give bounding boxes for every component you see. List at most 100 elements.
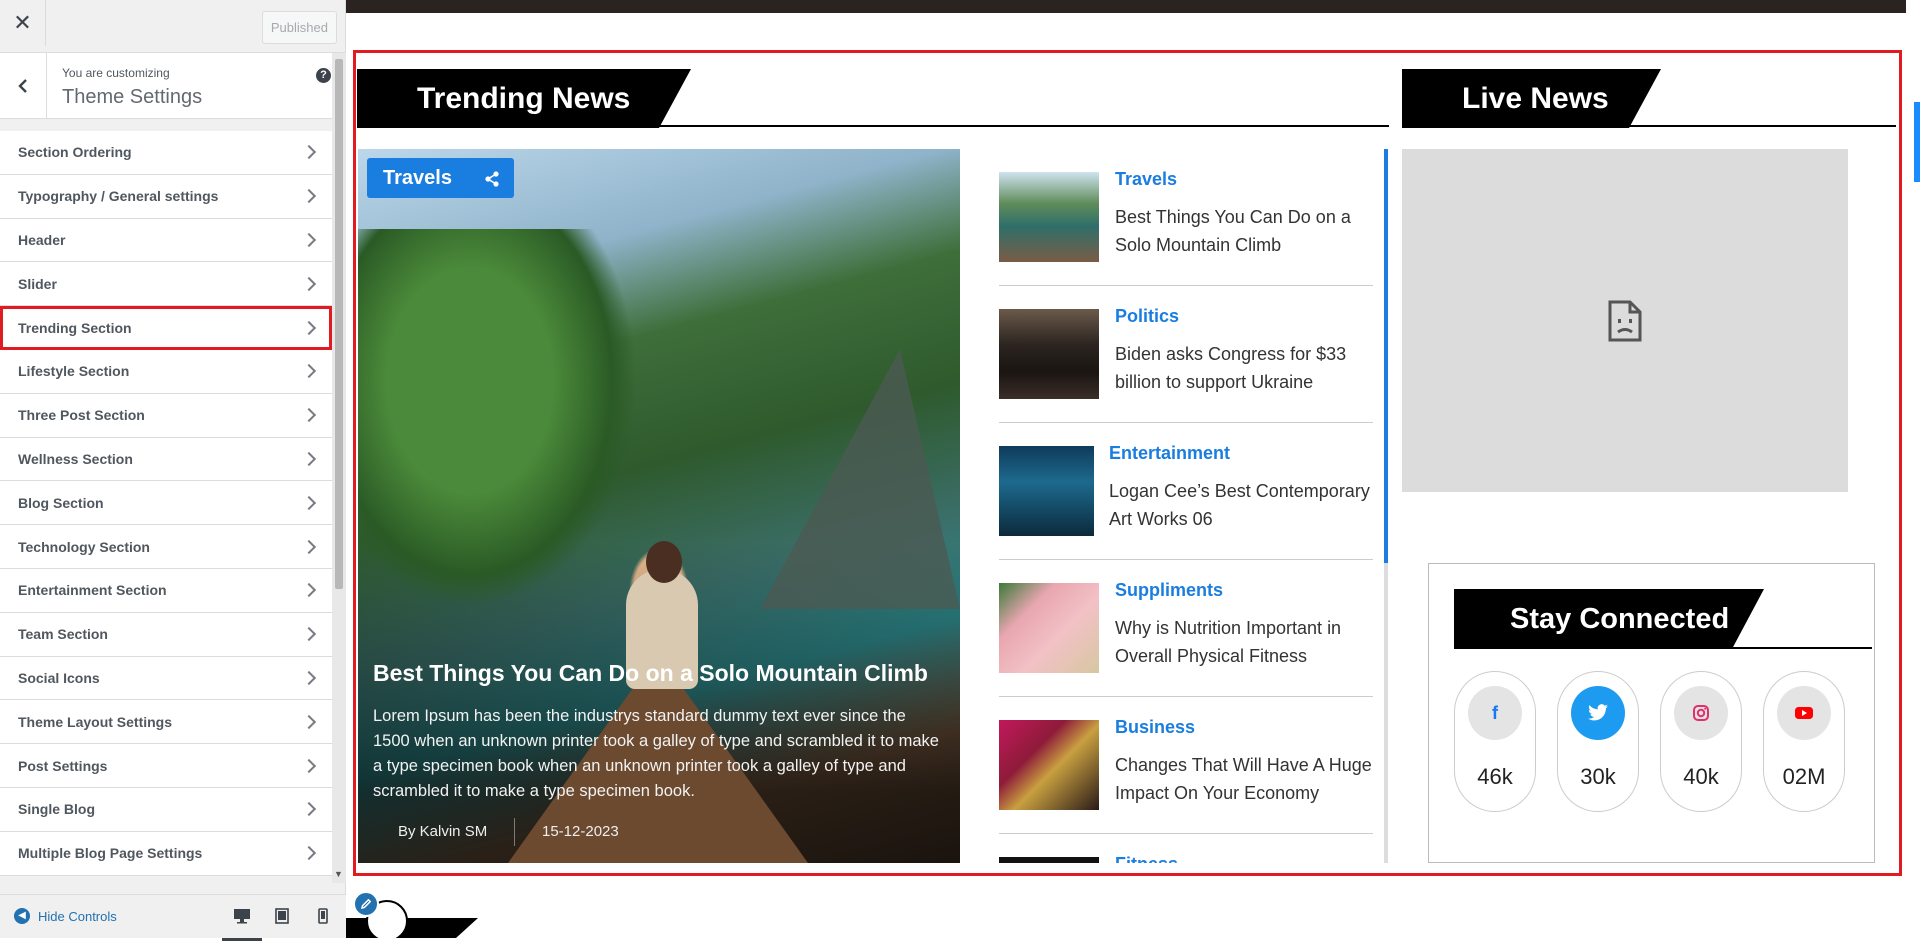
news-category[interactable]: Business bbox=[1115, 717, 1195, 738]
image-foliage bbox=[358, 229, 638, 609]
news-category[interactable]: Entertainment bbox=[1109, 443, 1230, 464]
image-person-head bbox=[646, 541, 682, 583]
thumbnail-image[interactable] bbox=[999, 583, 1099, 673]
section-label: Section Ordering bbox=[18, 144, 132, 161]
typography-item[interactable]: Typography / General settings bbox=[0, 174, 332, 219]
mobile-preview-icon[interactable] bbox=[312, 905, 334, 927]
thumbnail-image[interactable] bbox=[999, 720, 1099, 810]
trending-news-list: Travels Best Things You Can Do on a Solo… bbox=[999, 149, 1373, 863]
section-label: Team Section bbox=[18, 626, 108, 643]
news-category[interactable]: Suppliments bbox=[1115, 580, 1223, 601]
news-title[interactable]: Changes That Will Have A Huge Impact On … bbox=[1115, 751, 1373, 807]
featured-post-description: Lorem Ipsum has been the industrys stand… bbox=[373, 707, 939, 800]
single-blog-item[interactable]: Single Blog bbox=[0, 787, 332, 832]
list-item[interactable]: Entertainment Logan Cee’s Best Contempor… bbox=[999, 423, 1373, 560]
featured-category-badge[interactable]: Travels bbox=[367, 158, 514, 198]
list-item[interactable]: Suppliments Why is Nutrition Important i… bbox=[999, 560, 1373, 697]
section-label: Single Blog bbox=[18, 801, 95, 818]
news-title[interactable]: Best Things You Can Do on a Solo Mountai… bbox=[1115, 203, 1373, 259]
featured-post-author[interactable]: By Kalvin SM bbox=[398, 823, 487, 840]
section-label: Technology Section bbox=[18, 538, 150, 555]
tablet-preview-icon[interactable] bbox=[271, 905, 293, 927]
help-icon[interactable]: ? bbox=[316, 68, 331, 83]
header-item[interactable]: Header bbox=[0, 218, 332, 263]
news-category[interactable]: Fitness bbox=[1115, 854, 1178, 863]
list-item[interactable]: Business Changes That Will Have A Huge I… bbox=[999, 697, 1373, 834]
chevron-right-icon bbox=[301, 802, 317, 817]
theme-layout-item[interactable]: Theme Layout Settings bbox=[0, 700, 332, 745]
follower-count: 30k bbox=[1580, 764, 1616, 789]
customizer-footer: ◀ Hide Controls bbox=[0, 894, 346, 941]
social-icons-item[interactable]: Social Icons bbox=[0, 656, 332, 701]
slider-item[interactable]: Slider bbox=[0, 262, 332, 307]
thumbnail-image[interactable] bbox=[999, 857, 1099, 863]
section-ordering-item[interactable]: Section Ordering bbox=[0, 131, 332, 175]
hide-controls-button[interactable]: ◀ Hide Controls bbox=[14, 908, 117, 924]
chevron-right-icon bbox=[301, 670, 317, 686]
news-title[interactable]: Biden asks Congress for $33 billion to s… bbox=[1115, 340, 1373, 396]
wellness-section-item[interactable]: Wellness Section bbox=[0, 437, 332, 482]
chevron-right-icon bbox=[301, 451, 317, 467]
chevron-right-icon bbox=[301, 495, 317, 510]
featured-post-title[interactable]: Best Things You Can Do on a Solo Mountai… bbox=[373, 660, 928, 687]
published-button[interactable]: Published bbox=[261, 11, 337, 44]
technology-section-item[interactable]: Technology Section bbox=[0, 525, 332, 569]
scrollbar-thumb[interactable] bbox=[1384, 149, 1388, 563]
section-label: Entertainment Section bbox=[18, 582, 167, 599]
youtube-link[interactable]: 02M bbox=[1763, 671, 1845, 812]
chevron-right-icon bbox=[301, 232, 317, 248]
scrollbar-thumb[interactable] bbox=[335, 59, 343, 589]
section-label: Typography / General settings bbox=[18, 188, 219, 205]
desktop-preview-icon[interactable] bbox=[222, 905, 262, 941]
chevron-right-icon bbox=[301, 539, 317, 554]
back-icon[interactable] bbox=[0, 53, 47, 119]
twitter-link[interactable]: 30k bbox=[1557, 671, 1639, 812]
chevron-right-icon bbox=[301, 408, 317, 423]
meta-divider bbox=[514, 818, 515, 846]
twitter-icon bbox=[1571, 686, 1625, 740]
list-item[interactable]: Travels Best Things You Can Do on a Solo… bbox=[999, 149, 1373, 286]
youtube-icon bbox=[1777, 686, 1831, 740]
thumbnail-image[interactable] bbox=[999, 172, 1099, 262]
trending-news-heading: Trending News bbox=[357, 69, 691, 128]
collapse-icon: ◀ bbox=[14, 908, 30, 924]
news-category[interactable]: Travels bbox=[1115, 169, 1177, 190]
section-label: Social Icons bbox=[18, 669, 100, 686]
entertainment-section-item[interactable]: Entertainment Section bbox=[0, 568, 332, 613]
section-label: Header bbox=[18, 231, 66, 248]
thumbnail-image[interactable] bbox=[999, 446, 1094, 536]
follower-count: 40k bbox=[1683, 764, 1719, 789]
close-icon[interactable]: ✕ bbox=[0, 0, 46, 46]
list-item[interactable]: Fitness bbox=[999, 834, 1373, 863]
share-icon[interactable] bbox=[484, 170, 500, 187]
three-post-section-item[interactable]: Three Post Section bbox=[0, 393, 332, 438]
team-section-item[interactable]: Team Section bbox=[0, 612, 332, 657]
scroll-down-icon[interactable]: ▼ bbox=[334, 869, 343, 879]
blog-section-item[interactable]: Blog Section bbox=[0, 481, 332, 526]
heading-underline bbox=[1454, 647, 1872, 649]
section-label: Theme Layout Settings bbox=[18, 713, 173, 730]
facebook-link[interactable]: f 46k bbox=[1454, 671, 1536, 812]
preview-scrollbar[interactable] bbox=[1906, 0, 1920, 938]
sidebar-scrollbar[interactable]: ▼ bbox=[332, 53, 346, 883]
news-list-scrollbar[interactable] bbox=[1384, 149, 1388, 863]
news-category[interactable]: Politics bbox=[1115, 306, 1179, 327]
thumbnail-image[interactable] bbox=[999, 309, 1099, 399]
facebook-icon: f bbox=[1468, 686, 1522, 740]
scrollbar-thumb[interactable] bbox=[1914, 102, 1920, 182]
chevron-right-icon bbox=[301, 189, 317, 204]
lifestyle-section-item[interactable]: Lifestyle Section bbox=[0, 349, 332, 394]
live-video-embed[interactable] bbox=[1402, 149, 1848, 492]
multiple-blog-item[interactable]: Multiple Blog Page Settings bbox=[0, 831, 332, 876]
broken-page-icon bbox=[1608, 300, 1642, 341]
trending-section-item[interactable]: Trending Section bbox=[0, 306, 332, 350]
edit-shortcut-icon[interactable] bbox=[353, 891, 379, 917]
chevron-right-icon bbox=[301, 276, 317, 291]
instagram-link[interactable]: 40k bbox=[1660, 671, 1742, 812]
news-title[interactable]: Logan Cee’s Best Contemporary Art Works … bbox=[1109, 477, 1371, 533]
list-item[interactable]: Politics Biden asks Congress for $33 bil… bbox=[999, 286, 1373, 423]
customizing-label: You are customizing bbox=[62, 66, 170, 80]
post-settings-item[interactable]: Post Settings bbox=[0, 744, 332, 788]
news-title[interactable]: Why is Nutrition Important in Overall Ph… bbox=[1115, 614, 1373, 670]
featured-post-date: 15-12-2023 bbox=[542, 823, 619, 840]
